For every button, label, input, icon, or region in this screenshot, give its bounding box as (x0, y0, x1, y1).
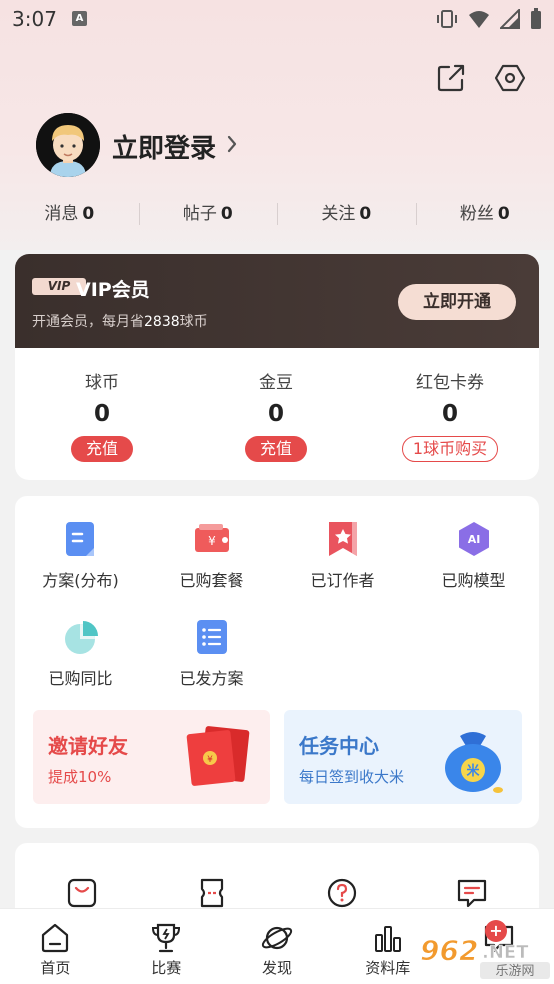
stat-value: 0 (220, 204, 233, 224)
task-center-banner[interactable]: 任务中心 每日签到收大米 米 (284, 710, 522, 804)
nav-discover[interactable]: 发现 (222, 909, 333, 984)
nav-label: 首页 (40, 959, 71, 977)
vip-open-button[interactable]: 立即开通 (398, 284, 516, 320)
stat-messages[interactable]: 消息 0 (0, 198, 139, 230)
svg-text:米: 米 (466, 763, 480, 779)
rice-bag-icon: 米 (445, 732, 503, 793)
notification-icon: A (72, 11, 87, 26)
promo-subtitle: 每日签到收大米 (299, 768, 405, 786)
wallet-label: 球币 (85, 373, 119, 393)
status-icons (436, 8, 542, 30)
svg-text:¥: ¥ (207, 755, 213, 765)
wallet-coins: 球币 0 充值 (15, 348, 189, 480)
wallet-value: 0 (267, 401, 284, 427)
service-ratio[interactable]: 已购同比 (15, 618, 146, 689)
stat-following[interactable]: 关注 0 (277, 198, 416, 230)
recharge-coins-button[interactable]: 充值 (70, 436, 133, 462)
nav-home[interactable]: 首页 (0, 909, 111, 984)
buy-coupon-button[interactable]: 1球币购买 (401, 436, 499, 462)
wallet-coupons: 红包卡券 0 1球币购买 (363, 348, 537, 480)
wallet-value: 0 (93, 401, 110, 427)
package-icon: ¥ (194, 524, 229, 552)
svg-text:乐游网: 乐游网 (495, 964, 534, 979)
svg-text:.NET: .NET (482, 942, 529, 963)
battery-icon (531, 8, 541, 29)
nav-label: 比赛 (151, 959, 182, 977)
wifi-icon (469, 11, 489, 28)
vip-subtitle: 开通会员，每月省2838球币 (32, 311, 208, 331)
stat-label: 关注 (321, 204, 356, 224)
service-published-plan[interactable]: 已发方案 (146, 618, 277, 689)
shopping-bag-icon[interactable] (66, 877, 98, 909)
svg-text:¥: ¥ (208, 534, 216, 548)
login-link[interactable]: 立即登录 (112, 128, 216, 165)
plan-icon (65, 522, 94, 556)
service-plan[interactable]: 方案(分布) (15, 520, 146, 591)
stat-value: 0 (82, 204, 95, 224)
svg-text:AI: AI (467, 533, 480, 546)
planet-icon (261, 926, 293, 950)
promo-title: 任务中心 (299, 734, 379, 758)
recharge-beans-button[interactable]: 充值 (244, 436, 307, 462)
stat-label: 消息 (44, 204, 79, 224)
stat-label: 粉丝 (459, 204, 494, 224)
vip-banner: VIP VIP会员 开通会员，每月省2838球币 立即开通 (15, 254, 539, 348)
watermark-logo: 962 .NET 乐游网 (416, 932, 550, 980)
signal-icon (500, 9, 520, 29)
bar-chart-icon (374, 926, 401, 952)
status-time: 3:07 (12, 7, 57, 31)
service-subscribed-author[interactable]: 已订作者 (277, 520, 408, 591)
vibrate-icon (437, 10, 457, 28)
service-ai-model[interactable]: AI 已购模型 (408, 520, 539, 591)
service-label: 已购模型 (441, 571, 506, 590)
wallet-label: 红包卡券 (416, 373, 484, 393)
subscribed-author-icon (328, 522, 357, 556)
services-card: 方案(分布) ¥ 已购套餐 已订作者 AI 已购模型 已购同比 已发方案 邀请好… (15, 496, 539, 828)
settings-icon[interactable] (495, 63, 525, 93)
vip-card: VIP VIP会员 开通会员，每月省2838球币 立即开通 球币 0 充值 金豆… (15, 254, 539, 480)
vip-title: VIP会员 (76, 279, 150, 301)
service-package[interactable]: ¥ 已购套餐 (146, 520, 277, 591)
promo-title: 邀请好友 (48, 734, 128, 758)
service-label: 已订作者 (310, 571, 375, 590)
pie-chart-icon (64, 621, 98, 654)
invite-friends-banner[interactable]: 邀请好友 提成10% ¥ (33, 710, 270, 804)
wallet-beans: 金豆 0 充值 (189, 348, 363, 480)
service-label: 已购套餐 (179, 571, 244, 590)
stat-label: 帖子 (182, 204, 217, 224)
feedback-icon[interactable] (456, 877, 488, 909)
status-bar: 3:07 A (0, 0, 554, 38)
stat-value: 0 (497, 204, 510, 224)
wallet-value: 0 (441, 401, 458, 427)
ai-model-icon: AI (458, 522, 489, 556)
service-label: 已购同比 (48, 669, 113, 688)
ticket-icon[interactable] (196, 877, 228, 909)
share-icon[interactable] (436, 63, 466, 93)
stat-posts[interactable]: 帖子 0 (138, 198, 278, 230)
stat-value: 0 (359, 204, 372, 224)
vip-subtitle-prefix: 开通会员，每月省 (32, 314, 144, 330)
watermark-image: 962 .NET 乐游网 (420, 934, 550, 979)
avatar-image (36, 113, 100, 177)
stat-fans[interactable]: 粉丝 0 (415, 198, 554, 230)
trophy-icon (152, 923, 181, 953)
home-icon (42, 923, 69, 953)
wallet: 球币 0 充值 金豆 0 充值 红包卡券 0 1球币购买 (15, 348, 539, 480)
promo-subtitle: 提成10% (48, 768, 112, 786)
service-label: 已发方案 (179, 669, 244, 688)
wallet-label: 金豆 (259, 373, 293, 393)
published-plan-icon (196, 620, 227, 654)
service-label: 方案(分布) (42, 571, 119, 590)
nav-matches[interactable]: 比赛 (111, 909, 222, 984)
nav-label: 发现 (261, 959, 292, 977)
chevron-right-icon[interactable] (226, 134, 238, 154)
vip-subtitle-suffix: 球币 (179, 314, 208, 330)
vip-subtitle-amount: 2838 (144, 314, 180, 330)
svg-text:962: 962 (420, 934, 478, 967)
avatar[interactable] (36, 113, 100, 177)
red-envelope-icon: ¥ (186, 726, 250, 786)
profile-stats: 消息 0 帖子 0 关注 0 粉丝 0 (0, 198, 554, 230)
help-icon[interactable] (326, 877, 358, 909)
